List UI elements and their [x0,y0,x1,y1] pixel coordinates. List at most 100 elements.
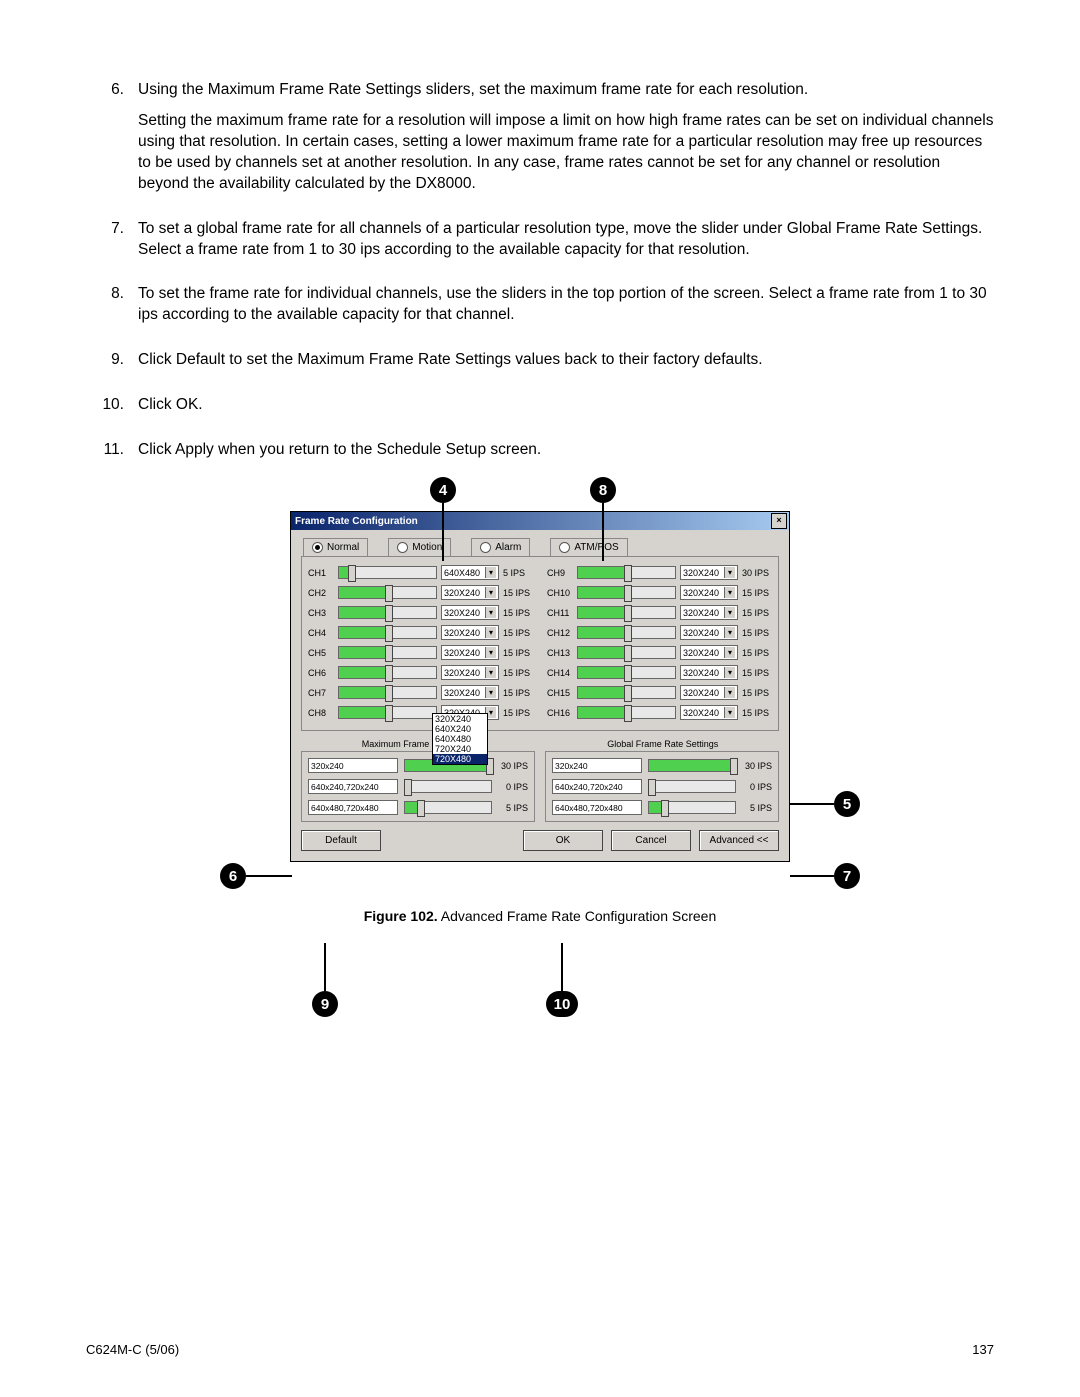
ips-value: 15 IPS [742,668,772,678]
resolution-select[interactable]: 320X240▾ [441,685,499,700]
callout-9: 9 [312,991,338,1017]
channel-row: CH14 320X240▾ 15 IPS [547,665,772,680]
channel-row: CH1640X480▾5 IPS [308,565,533,580]
tab-label: Motion [412,542,442,553]
dropdown-option[interactable]: 720X240 [433,744,487,754]
channel-row: CH4320X240▾15 IPS [308,625,533,640]
callout-4: 4 [430,477,456,503]
channel-row: CH9320X240▾30 IPS [547,565,772,580]
tab-normal[interactable]: Normal [303,538,368,556]
resolution-select[interactable]: 320X240▾ [680,565,738,580]
rate-slider[interactable] [648,780,736,793]
resolution-select[interactable]: 320X240▾ [441,625,499,640]
channel-slider[interactable] [338,606,437,619]
channel-slider[interactable] [338,706,437,719]
dropdown-option[interactable]: 640X240 [433,724,487,734]
dropdown-option[interactable]: 640X480 [433,734,487,744]
channel-label: CH12 [547,628,573,638]
channel-row: CH8320X240▾15 IPS [308,705,533,720]
step-number: 6. [86,80,138,205]
channel-slider[interactable] [577,606,676,619]
channel-slider[interactable] [577,566,676,579]
resolution-select[interactable]: 320X240▾ [441,665,499,680]
resolution-dropdown-open[interactable]: 320X240640X240640X480720X240720X480 [432,713,488,765]
resolution-select[interactable]: 320X240▾ [441,605,499,620]
advanced-button[interactable]: Advanced << [699,830,779,851]
channel-slider[interactable] [577,666,676,679]
tab-alarm[interactable]: Alarm [471,538,530,556]
dropdown-option[interactable]: 320X240 [433,714,487,724]
rate-resolution-label: 640x240,720x240 [308,779,398,794]
tab-atm-pos[interactable]: ATM/POS [550,538,627,556]
chevron-down-icon: ▾ [485,647,496,658]
rate-ips-value: 5 IPS [498,803,528,813]
step-body: Click Apply when you return to the Sched… [138,440,994,471]
cancel-button[interactable]: Cancel [611,830,691,851]
channel-slider[interactable] [577,586,676,599]
step-number: 9. [86,350,138,381]
resolution-select[interactable]: 320X240▾ [441,645,499,660]
channel-slider[interactable] [577,646,676,659]
channel-row: CH12 320X240▾ 15 IPS [547,625,772,640]
channel-slider[interactable] [338,566,437,579]
caption-bold: Figure 102. [364,908,438,924]
close-icon[interactable]: × [771,513,787,529]
chevron-down-icon: ▾ [485,567,496,578]
resolution-select[interactable]: 320X240▾ [441,585,499,600]
ips-value: 15 IPS [742,608,772,618]
rate-resolution-label: 320x240 [308,758,398,773]
rate-slider[interactable] [648,801,736,814]
resolution-select[interactable]: 320X240▾ [680,665,738,680]
resolution-select[interactable]: 320X240▾ [680,605,738,620]
ips-value: 15 IPS [742,628,772,638]
channel-label: CH13 [547,648,573,658]
channel-slider[interactable] [338,666,437,679]
ok-button[interactable]: OK [523,830,603,851]
resolution-select[interactable]: 640X480▾ [441,565,499,580]
chevron-down-icon: ▾ [724,647,735,658]
channel-slider[interactable] [338,626,437,639]
resolution-select[interactable]: 320X240▾ [680,585,738,600]
resolution-select[interactable]: 320X240▾ [680,625,738,640]
callout-6: 6 [220,863,246,889]
channel-slider[interactable] [577,686,676,699]
step-body: To set a global frame rate for all chann… [138,219,994,271]
chevron-down-icon: ▾ [724,627,735,638]
max-rate-panel: 320x24030 IPS640x240,720x2400 IPS640x480… [301,751,535,822]
step-text: Click OK. [138,395,994,416]
channel-slider[interactable] [338,586,437,599]
step-text: To set the frame rate for individual cha… [138,284,994,326]
instruction-item: 8.To set the frame rate for individual c… [86,284,994,336]
resolution-select[interactable]: 320X240▾ [680,685,738,700]
step-number: 8. [86,284,138,336]
channel-label: CH15 [547,688,573,698]
channel-label: CH14 [547,668,573,678]
ips-value: 15 IPS [742,588,772,598]
rate-slider[interactable] [648,759,736,772]
callout-10: 10 [546,991,578,1017]
ips-value: 15 IPS [503,708,533,718]
channel-slider[interactable] [577,626,676,639]
channel-slider[interactable] [338,686,437,699]
channel-row: CH10320X240▾15 IPS [547,585,772,600]
channel-row: CH6320X240▾15 IPS [308,665,533,680]
dropdown-option[interactable]: 720X480 [433,754,487,764]
step-body: Click OK. [138,395,994,426]
step-text: Click Apply when you return to the Sched… [138,440,994,461]
channel-label: CH2 [308,588,334,598]
default-button[interactable]: Default [301,830,381,851]
channel-row: CH15320X240▾15 IPS [547,685,772,700]
rate-resolution-label: 640x240,720x240 [552,779,642,794]
channel-label: CH9 [547,568,573,578]
channel-slider[interactable] [338,646,437,659]
instruction-list: 6.Using the Maximum Frame Rate Settings … [86,80,994,471]
rate-slider[interactable] [404,801,492,814]
step-number: 10. [86,395,138,426]
resolution-select[interactable]: 320X240▾ [680,645,738,660]
channel-row: CH2320X240▾15 IPS [308,585,533,600]
resolution-select[interactable]: 320X240▾ [680,705,738,720]
channel-slider[interactable] [577,706,676,719]
radio-icon [397,542,408,553]
rate-slider[interactable] [404,780,492,793]
chevron-down-icon: ▾ [724,707,735,718]
